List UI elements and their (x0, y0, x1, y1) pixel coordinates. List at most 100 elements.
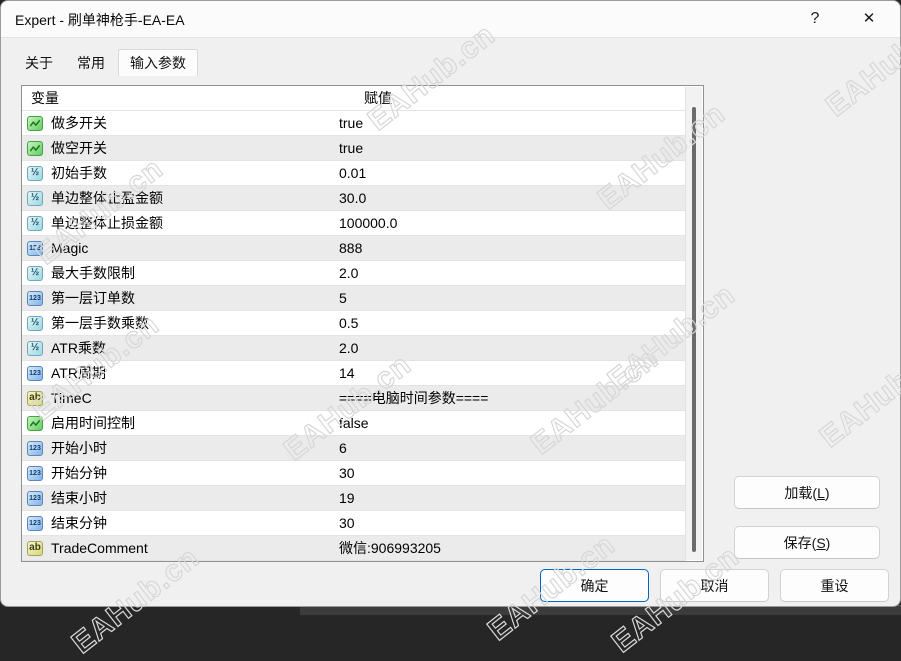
param-value[interactable]: 5 (332, 290, 347, 306)
param-name-label: 结束小时 (51, 490, 107, 506)
param-value[interactable]: 0.01 (332, 165, 366, 181)
param-value[interactable]: ====电脑时间参数==== (332, 388, 488, 408)
param-type-icon: ½ (27, 165, 43, 181)
type-glyph: ½ (30, 317, 40, 328)
type-glyph: 123 (29, 294, 41, 302)
param-value[interactable]: 14 (332, 365, 355, 381)
save-button[interactable]: 保存(S) (734, 526, 880, 559)
table-row[interactable]: 做多开关 true (22, 111, 686, 136)
tab-inputs[interactable]: 输入参数 (118, 49, 198, 76)
table-row[interactable]: 123 ATR周期 14 (22, 361, 686, 386)
param-name-label: 单边整体止损金额 (51, 215, 163, 231)
table-row[interactable]: 123 开始分钟 30 (22, 461, 686, 486)
param-name-label: ATR周期 (51, 365, 106, 381)
param-type-icon: 123 (27, 365, 43, 381)
param-type-icon (27, 115, 43, 131)
param-type-icon: 123 (27, 240, 43, 256)
tab-common[interactable]: 常用 (66, 51, 116, 76)
type-glyph: ½ (30, 192, 40, 203)
table-row[interactable]: ½ 第一层手数乘数 0.5 (22, 311, 686, 336)
cancel-button[interactable]: 取消 (660, 569, 769, 602)
title-bar: Expert - 刷单神枪手-EA-EA ? ✕ (1, 1, 900, 38)
type-glyph: 123 (29, 519, 41, 527)
type-glyph: 123 (29, 469, 41, 477)
param-value[interactable]: 19 (332, 490, 355, 506)
param-value[interactable]: 微信:906993205 (332, 538, 441, 558)
param-value[interactable]: true (332, 115, 363, 131)
close-icon[interactable]: ✕ (854, 8, 884, 30)
type-glyph: ½ (30, 167, 40, 178)
param-type-icon: ab (27, 390, 43, 406)
param-value[interactable]: 2.0 (332, 265, 358, 281)
reset-button[interactable]: 重设 (780, 569, 889, 602)
table-row[interactable]: 做空开关 true (22, 136, 686, 161)
bool-zigzag-glyph (29, 120, 41, 127)
param-type-icon: ½ (27, 215, 43, 231)
param-name-label: 第一层订单数 (51, 290, 135, 306)
param-type-icon: 123 (27, 440, 43, 456)
table-row[interactable]: 123 Magic 888 (22, 236, 686, 261)
table-row[interactable]: ab TimeC ====电脑时间参数==== (22, 386, 686, 411)
param-name-label: 初始手数 (51, 165, 107, 181)
param-name-label: 第一层手数乘数 (51, 315, 149, 331)
param-name-label: 最大手数限制 (51, 265, 135, 281)
param-type-icon: 123 (27, 465, 43, 481)
help-icon[interactable]: ? (800, 8, 830, 30)
table-row[interactable]: 123 结束小时 19 (22, 486, 686, 511)
type-glyph: ½ (30, 267, 40, 278)
param-type-icon: 123 (27, 290, 43, 306)
param-value[interactable]: 6 (332, 440, 347, 456)
table-row[interactable]: ½ 单边整体止损金额 100000.0 (22, 211, 686, 236)
parameters-table: 变量 赋值 做多开关 true 做空开关 true ½ 初始手数 0.01 ½ … (21, 85, 704, 562)
scrollbar-thumb[interactable] (692, 107, 696, 552)
type-glyph: ab (29, 542, 41, 553)
table-row[interactable]: 123 结束分钟 30 (22, 511, 686, 536)
table-row[interactable]: 123 开始小时 6 (22, 436, 686, 461)
param-name-label: 做多开关 (51, 115, 107, 131)
param-type-icon: ½ (27, 340, 43, 356)
param-name-label: Magic (51, 240, 89, 256)
tab-about[interactable]: 关于 (14, 51, 64, 76)
param-name-label: TimeC (51, 390, 92, 406)
param-name-label: 结束分钟 (51, 515, 107, 531)
load-button[interactable]: 加载(L) (734, 476, 880, 509)
param-name-label: 做空开关 (51, 140, 107, 156)
param-type-icon: ½ (27, 265, 43, 281)
param-value[interactable]: 888 (332, 240, 362, 256)
type-glyph: 123 (29, 494, 41, 502)
vertical-scrollbar[interactable] (685, 87, 702, 560)
type-glyph: ½ (30, 342, 40, 353)
table-row[interactable]: ½ 最大手数限制 2.0 (22, 261, 686, 286)
param-value[interactable]: 2.0 (332, 340, 358, 356)
expert-properties-dialog: Expert - 刷单神枪手-EA-EA ? ✕ 关于 常用 输入参数 变量 赋… (0, 0, 901, 607)
table-row[interactable]: ½ 单边整体止盈金额 30.0 (22, 186, 686, 211)
bool-zigzag-glyph (29, 145, 41, 152)
column-header-variable[interactable]: 变量 (22, 86, 357, 110)
param-value[interactable]: 30 (332, 465, 355, 481)
type-glyph: ab (29, 392, 41, 403)
param-value[interactable]: 0.5 (332, 315, 358, 331)
ok-button[interactable]: 确定 (540, 569, 649, 602)
param-value[interactable]: true (332, 140, 363, 156)
param-name-label: 启用时间控制 (51, 415, 135, 431)
tab-bar: 关于 常用 输入参数 (14, 49, 200, 76)
param-value[interactable]: 30 (332, 515, 355, 531)
table-row[interactable]: 启用时间控制 false (22, 411, 686, 436)
table-row[interactable]: ½ ATR乘数 2.0 (22, 336, 686, 361)
table-row[interactable]: ab TradeComment 微信:906993205 (22, 536, 686, 561)
table-header: 变量 赋值 (22, 86, 703, 111)
table-row[interactable]: 123 第一层订单数 5 (22, 286, 686, 311)
param-value[interactable]: false (332, 415, 369, 431)
window-title: Expert - 刷单神枪手-EA-EA (15, 12, 185, 28)
param-value[interactable]: 30.0 (332, 190, 366, 206)
table-row[interactable]: ½ 初始手数 0.01 (22, 161, 686, 186)
param-type-icon: ½ (27, 190, 43, 206)
param-type-icon: ½ (27, 315, 43, 331)
type-glyph: 123 (29, 244, 41, 252)
param-name-label: ATR乘数 (51, 340, 106, 356)
column-header-value[interactable]: 赋值 (357, 86, 392, 110)
param-name-label: TradeComment (51, 540, 148, 556)
param-value[interactable]: 100000.0 (332, 215, 397, 231)
param-rows: 做多开关 true 做空开关 true ½ 初始手数 0.01 ½ 单边整体止盈… (22, 111, 703, 561)
param-name-label: 开始分钟 (51, 465, 107, 481)
